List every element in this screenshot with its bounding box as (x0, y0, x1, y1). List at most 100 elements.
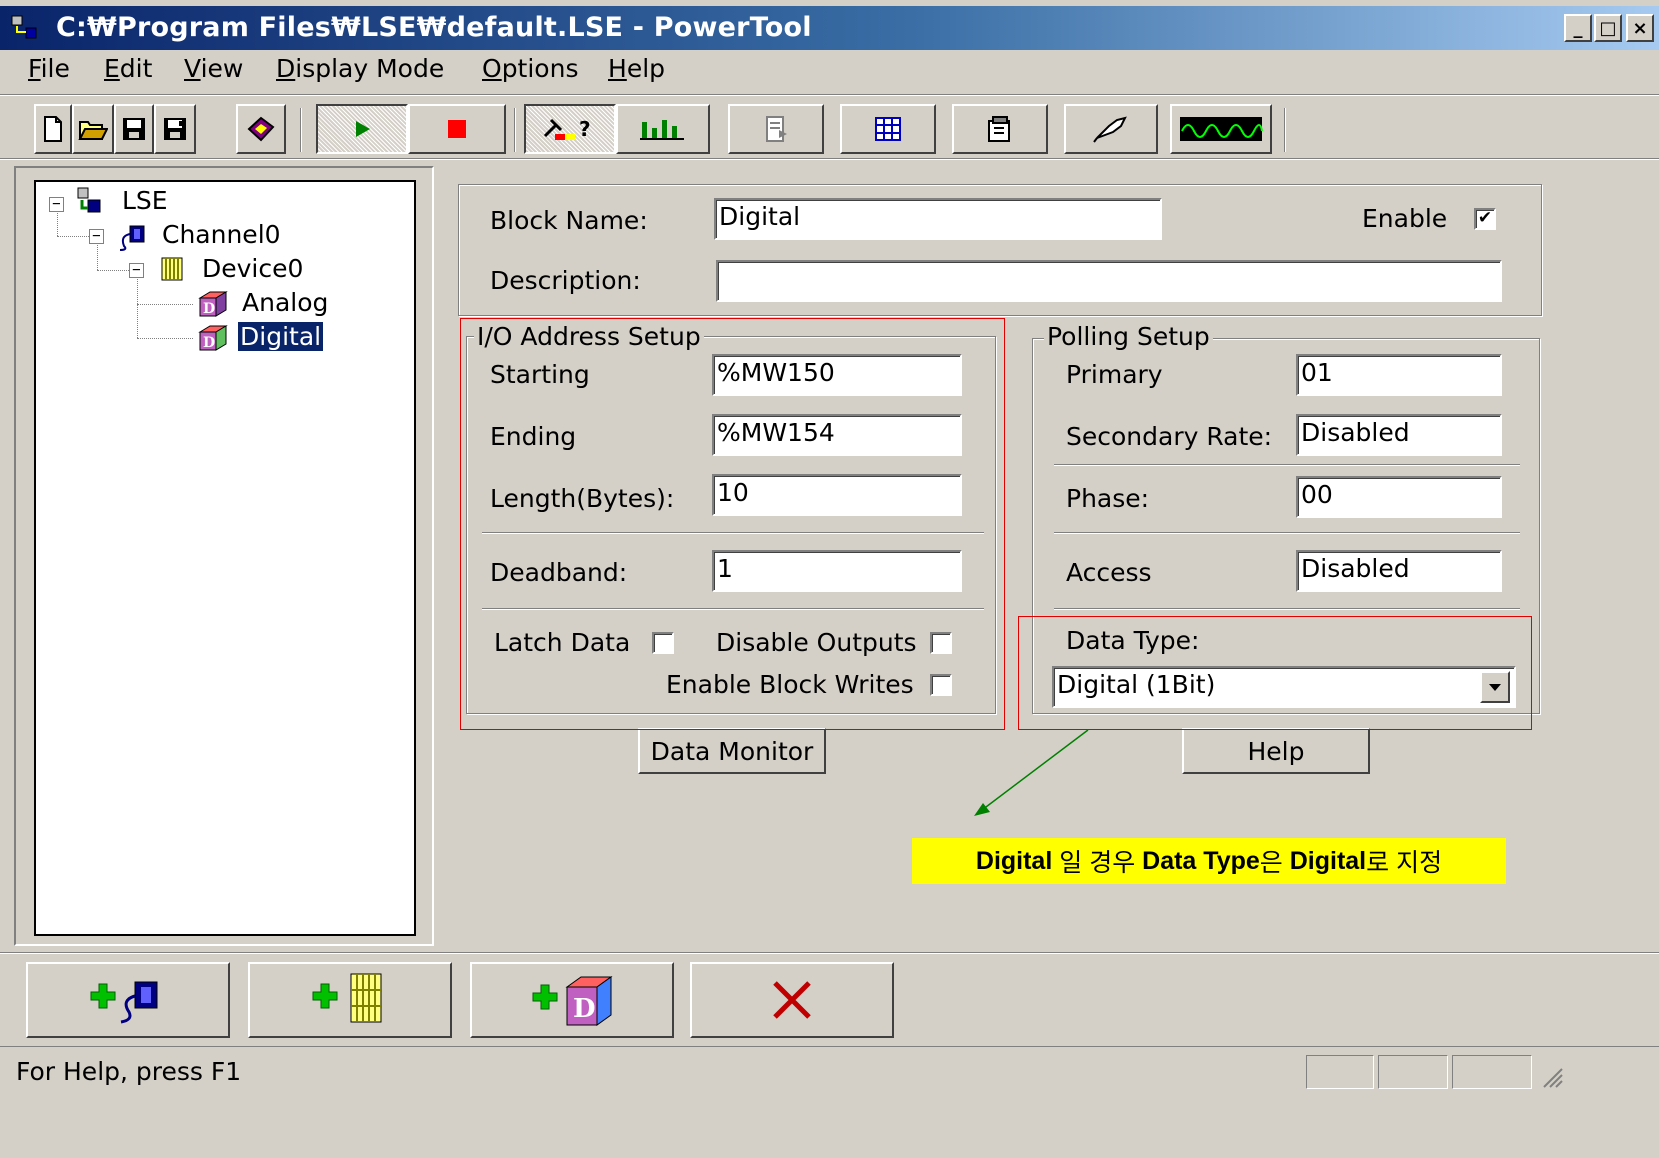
annotation-bold-digital: Digital (975, 846, 1053, 875)
open-folder-icon (78, 121, 108, 140)
menu-view-label: iew (200, 54, 244, 83)
probe-button[interactable] (1064, 104, 1158, 154)
properties-button[interactable] (952, 104, 1048, 154)
menu-help-accel: H (608, 54, 627, 83)
probe-icon (1093, 116, 1127, 143)
polling-separator (1054, 608, 1520, 610)
book-icon (247, 116, 275, 142)
enable-label: Enable (1362, 204, 1448, 233)
annotation-note: Digital 일 경우 Data Type 은 Digital 로 지정 (912, 838, 1506, 884)
add-device-button[interactable] (248, 962, 452, 1038)
data-monitor-button[interactable]: Data Monitor (638, 728, 826, 774)
menu-options[interactable]: Options (482, 54, 578, 83)
analog-block-icon: D (196, 288, 230, 324)
block-name-label: Block Name: (490, 206, 648, 235)
waveform-icon (1180, 117, 1263, 141)
resize-grip-icon[interactable] (1540, 1065, 1564, 1089)
new-button[interactable] (34, 104, 72, 154)
menu-edit-label: dit (119, 54, 153, 83)
network-grid-button[interactable] (840, 104, 936, 154)
tree-connector (137, 338, 193, 339)
secondary-rate-label: Secondary Rate: (1066, 422, 1273, 451)
annotation-bold-data-type: Data Type (1142, 846, 1260, 875)
svg-text:D: D (573, 994, 596, 1024)
description-input[interactable] (716, 260, 1502, 302)
enable-checkbox[interactable]: ✔ (1474, 208, 1496, 230)
project-tree[interactable]: − LSE − Channel0 − Device0 D Analog D Di… (34, 180, 416, 936)
primary-label: Primary (1066, 360, 1163, 389)
tools-help-icon: ? (543, 117, 591, 141)
data-type-highlight-box (1018, 616, 1532, 730)
bar-chart-button[interactable] (616, 104, 710, 154)
add-channel-button[interactable] (26, 962, 230, 1038)
close-button[interactable]: × (1626, 14, 1654, 42)
tree-item-digital[interactable]: Digital (238, 322, 324, 351)
status-pane (1452, 1055, 1532, 1089)
menu-file[interactable]: File (28, 54, 70, 83)
toolbar-separator (300, 108, 302, 152)
status-pane (1306, 1055, 1374, 1089)
tree-item-channel[interactable]: Channel0 (162, 220, 281, 249)
menu-view[interactable]: View (184, 54, 243, 83)
block-name-input[interactable]: Digital (714, 198, 1162, 240)
phase-label: Phase: (1066, 484, 1150, 513)
book-button[interactable] (236, 104, 286, 154)
tree-connector (137, 274, 138, 338)
status-text: For Help, press F1 (16, 1057, 242, 1086)
menu-edit-accel: E (104, 54, 120, 83)
tree-item-root[interactable]: LSE (122, 186, 168, 215)
annotation-arrow (974, 729, 1089, 816)
delete-button[interactable] (690, 962, 894, 1038)
project-icon (74, 186, 104, 220)
help-button[interactable]: Help (1182, 728, 1370, 774)
properties-icon (988, 116, 1010, 142)
access-input[interactable]: Disabled (1296, 550, 1502, 592)
tree-expander-root[interactable]: − (49, 197, 64, 212)
tools-help-button[interactable]: ? (524, 104, 616, 154)
menu-edit[interactable]: Edit (104, 54, 152, 83)
open-button[interactable] (72, 104, 114, 154)
annotation-text: 은 (1259, 849, 1290, 877)
add-block-button[interactable]: D (470, 962, 674, 1038)
toolbar-bottom-separator (0, 158, 1659, 160)
tree-expander-channel[interactable]: − (89, 229, 104, 244)
toolbar-separator (514, 108, 516, 152)
menu-display-mode[interactable]: Display Mode (276, 54, 444, 83)
minimize-icon: _ (1573, 17, 1583, 39)
app-icon (10, 14, 40, 42)
stop-icon (448, 120, 466, 138)
svg-text:?: ? (579, 117, 591, 141)
secondary-rate-input[interactable]: Disabled (1296, 414, 1502, 456)
run-button[interactable] (316, 104, 408, 154)
waveform-button[interactable] (1170, 104, 1272, 154)
bar-chart-icon (640, 120, 684, 140)
menu-view-accel: V (184, 54, 201, 83)
tree-connector (137, 304, 193, 305)
import-button[interactable] (728, 104, 824, 154)
save-as-button[interactable] (154, 104, 196, 154)
stop-button[interactable] (408, 104, 506, 154)
tree-expander-device[interactable]: − (129, 263, 144, 278)
maximize-button[interactable]: □ (1594, 14, 1622, 42)
tree-item-device[interactable]: Device0 (202, 254, 303, 283)
menu-options-label: ptions (501, 54, 579, 83)
primary-rate-input[interactable]: 01 (1296, 354, 1502, 396)
digital-block-icon: D (196, 322, 230, 358)
description-label: Description: (490, 266, 641, 295)
run-icon (356, 121, 370, 137)
menu-file-label: ile (40, 54, 70, 83)
menu-separator (0, 94, 1659, 96)
app-window: C:₩Program Files₩LSE₩default.LSE - Power… (0, 0, 1659, 1158)
menu-help[interactable]: Help (608, 54, 665, 83)
svg-text:D: D (203, 301, 215, 317)
save-button[interactable] (114, 104, 154, 154)
add-device-icon (312, 973, 382, 1023)
phase-input[interactable]: 00 (1296, 476, 1502, 518)
tree-connector (97, 240, 98, 270)
title-bar[interactable]: C:₩Program Files₩LSE₩default.LSE - Power… (0, 6, 1659, 50)
tree-item-analog[interactable]: Analog (242, 288, 328, 317)
menu-file-accel: F (28, 54, 41, 83)
minimize-button[interactable]: _ (1564, 14, 1592, 42)
toolbar: ? (0, 98, 1659, 162)
menu-help-label: elp (626, 54, 666, 83)
